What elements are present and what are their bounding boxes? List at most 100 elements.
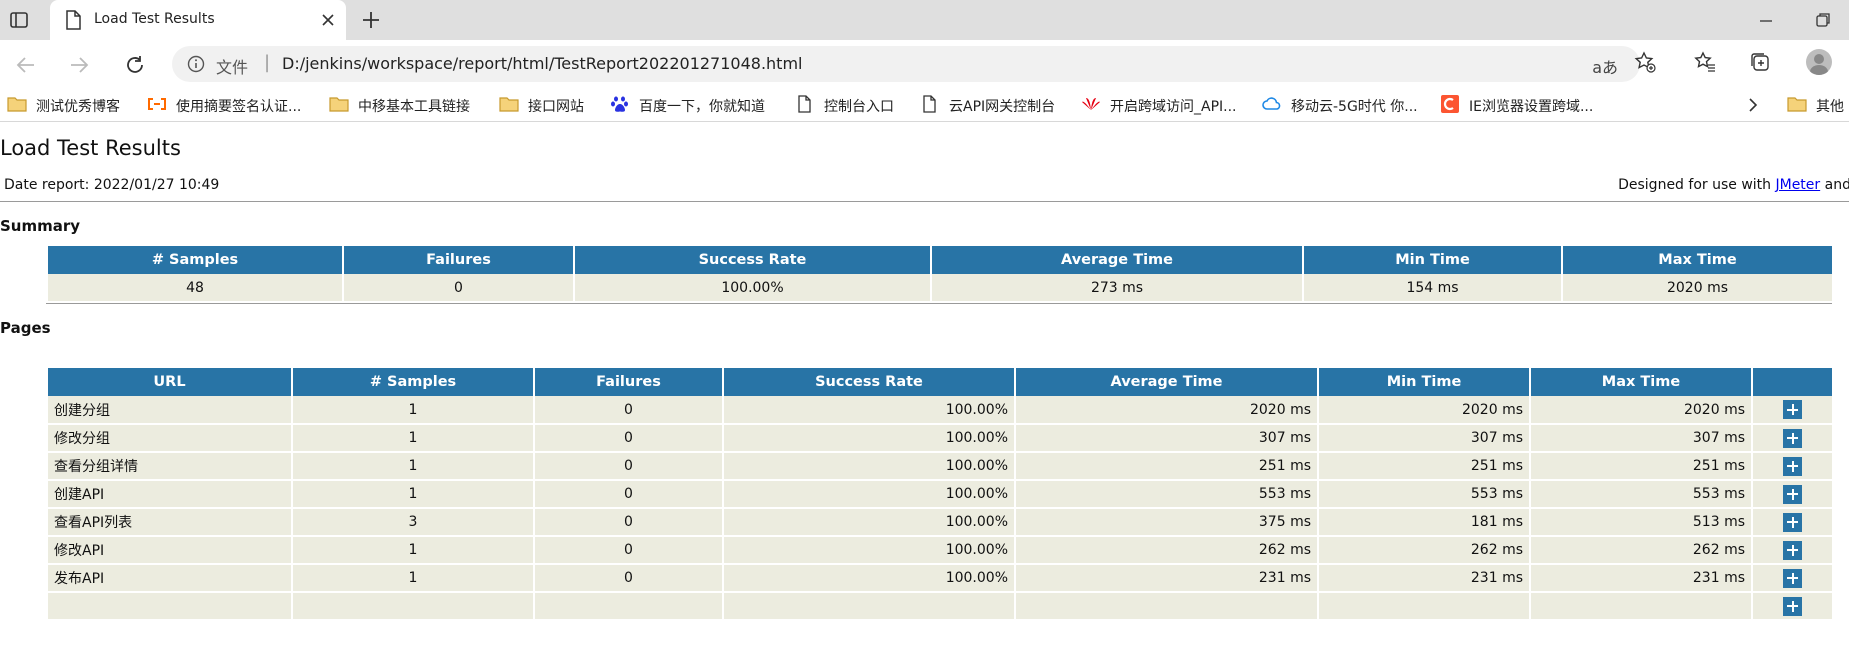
baidu-icon — [611, 96, 628, 112]
close-icon[interactable] — [320, 12, 336, 28]
table-cell: 1 — [292, 396, 535, 425]
table-cell: 100.00% — [723, 536, 1016, 565]
info-icon[interactable] — [187, 55, 205, 73]
table-cell: 251 ms — [1530, 452, 1753, 481]
col-header: # Samples — [292, 368, 535, 396]
page-name-cell: 查看API列表 — [48, 508, 293, 537]
col-header: Max Time — [1530, 368, 1753, 396]
url-text[interactable]: D:/jenkins/workspace/report/html/TestRep… — [282, 54, 802, 73]
table-row: 查看API列表 3 0 100.00% 375 ms 181 ms 513 ms — [48, 508, 1832, 537]
divider — [0, 201, 1849, 202]
add-favorite-icon[interactable] — [1634, 51, 1656, 73]
table-cell — [292, 592, 535, 621]
table-cell: 553 ms — [1015, 480, 1319, 509]
read-aloud-icon[interactable]: aあ — [1592, 54, 1618, 78]
bookmarks-bar: 测试优秀博客 使用摘要签名认证... 中移基本工具链接 接口网站 百度一下，你就… — [0, 88, 1849, 122]
col-header: Max Time — [1562, 246, 1832, 274]
page-name-cell — [48, 592, 293, 621]
table-cell: 0 — [534, 564, 724, 593]
table-cell — [1015, 592, 1319, 621]
page-name-cell: 查看分组详情 — [48, 452, 293, 481]
table-cell: 3 — [292, 508, 535, 537]
pages-heading: Pages — [0, 319, 51, 337]
page-name-cell: 发布API — [48, 564, 293, 593]
table-row — [48, 592, 1832, 621]
table-cell: 1 — [292, 452, 535, 481]
table-cell: 0 — [534, 424, 724, 453]
table-cell: 100.00% — [723, 508, 1016, 537]
aliyun-icon — [148, 98, 166, 110]
tab-title: Load Test Results — [94, 11, 215, 27]
table-cell: 0 — [534, 508, 724, 537]
table-cell: 100.00% — [723, 424, 1016, 453]
table-cell: 100.00% — [723, 452, 1016, 481]
pages-header-row: URL # Samples Failures Success Rate Aver… — [48, 368, 1832, 396]
expand-cell — [1752, 452, 1832, 481]
table-cell: 154 ms — [1303, 274, 1563, 303]
date-report: Date report: 2022/01/27 10:49 — [4, 177, 220, 193]
folder-icon — [329, 97, 349, 112]
profile-avatar[interactable] — [1806, 49, 1832, 75]
table-cell: 1 — [292, 480, 535, 509]
scheme-label: 文件 — [216, 58, 249, 77]
page-icon — [923, 95, 936, 113]
pages-table: URL # Samples Failures Success Rate Aver… — [48, 368, 1832, 621]
restore-icon[interactable] — [1814, 11, 1832, 29]
page-icon — [798, 95, 811, 113]
table-cell — [723, 592, 1016, 621]
table-cell — [1318, 592, 1531, 621]
table-cell: 251 ms — [1015, 452, 1319, 481]
page-name-cell: 创建API — [48, 480, 293, 509]
table-cell: 262 ms — [1530, 536, 1753, 565]
table-cell: 0 — [534, 480, 724, 509]
plus-icon[interactable] — [1783, 484, 1802, 504]
plus-icon[interactable] — [1783, 512, 1802, 532]
plus-icon[interactable] — [1783, 400, 1802, 419]
table-cell: 0 — [534, 536, 724, 565]
plus-icon[interactable] — [1783, 596, 1802, 616]
jmeter-link[interactable]: JMeter — [1775, 177, 1820, 193]
table-row: 发布API 1 0 100.00% 231 ms 231 ms 231 ms — [48, 564, 1832, 593]
table-cell: 307 ms — [1530, 424, 1753, 453]
table-cell: 48 — [48, 274, 344, 303]
csdn-icon — [1441, 95, 1459, 113]
reload-icon[interactable] — [123, 53, 147, 77]
tab-actions-icon[interactable] — [9, 10, 29, 30]
expand-cell — [1752, 424, 1832, 453]
table-cell: 231 ms — [1015, 564, 1319, 593]
new-tab-icon[interactable] — [360, 9, 382, 31]
forward-arrow-icon[interactable] — [67, 53, 91, 77]
summary-heading: Summary — [0, 217, 81, 235]
table-cell: 307 ms — [1015, 424, 1319, 453]
address-bar[interactable]: 文件 | D:/jenkins/workspace/report/html/Te… — [172, 46, 1640, 82]
expand-cell — [1752, 396, 1832, 425]
plus-icon[interactable] — [1783, 428, 1802, 448]
divider — [46, 303, 1832, 304]
table-cell: 262 ms — [1318, 536, 1531, 565]
table-cell: 1 — [292, 424, 535, 453]
page-name-cell: 修改API — [48, 536, 293, 565]
table-cell: 2020 ms — [1318, 396, 1531, 425]
plus-icon[interactable] — [1783, 568, 1802, 588]
col-header: Average Time — [931, 246, 1304, 274]
table-cell: 100.00% — [723, 396, 1016, 425]
favorites-icon[interactable] — [1694, 51, 1716, 73]
back-arrow-icon[interactable] — [14, 53, 38, 77]
plus-icon[interactable] — [1783, 456, 1802, 476]
table-cell: 2020 ms — [1530, 396, 1753, 425]
chevron-right-icon[interactable] — [1744, 96, 1762, 114]
collections-icon[interactable] — [1749, 51, 1771, 73]
active-tab[interactable]: Load Test Results — [50, 0, 346, 40]
table-cell: 251 ms — [1318, 452, 1531, 481]
table-cell: 181 ms — [1318, 508, 1531, 537]
table-cell: 231 ms — [1530, 564, 1753, 593]
minimize-icon[interactable] — [1758, 13, 1774, 29]
plus-icon[interactable] — [1783, 540, 1802, 560]
col-header: Failures — [343, 246, 575, 274]
table-row: 创建API 1 0 100.00% 553 ms 553 ms 553 ms — [48, 480, 1832, 509]
col-header: Success Rate — [574, 246, 932, 274]
col-header: Success Rate — [723, 368, 1016, 396]
page-icon — [66, 10, 81, 30]
browser-toolbar: 文件 | D:/jenkins/workspace/report/html/Te… — [0, 40, 1849, 88]
folder-icon — [1787, 97, 1807, 112]
